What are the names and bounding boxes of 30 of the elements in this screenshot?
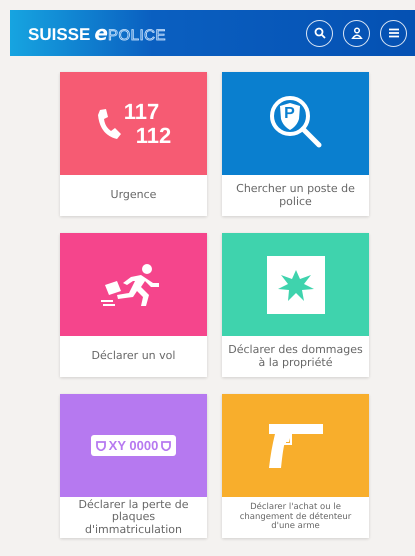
tile-label: Urgence — [110, 187, 158, 204]
plate-number: XY 0000 — [108, 438, 158, 453]
tile-label: Déclarer des dommages à la propriété — [227, 342, 364, 370]
tile-label: Déclarer la perte de plaques d'immatriculation — [77, 497, 190, 538]
service-tile[interactable]: XY 0000 Déclarer la perte de plaques d'immatriculation — [60, 394, 207, 538]
service-tile[interactable]: Déclarer des dommages à la propriété — [222, 233, 369, 377]
pistol-icon — [266, 422, 324, 470]
badge-letter: P — [284, 104, 296, 122]
logo-letter: e — [94, 21, 108, 45]
search-icon — [314, 27, 326, 39]
menu-icon — [388, 28, 400, 38]
logo-word: POLICE — [108, 27, 166, 44]
service-tile[interactable]: Déclarer l'achat ou le changement de détenteur d'une arme — [222, 394, 369, 538]
shield-icon — [96, 440, 106, 450]
tile-label: Déclarer un vol — [90, 348, 176, 364]
service-tile[interactable]: Déclarer un vol — [60, 233, 207, 377]
menu-button[interactable] — [380, 20, 407, 46]
logo-text: SUISSE — [28, 25, 90, 45]
user-icon — [350, 27, 362, 39]
emergency-number: 117 — [124, 100, 160, 124]
service-tile[interactable]: 117 112 Urgence — [60, 72, 207, 216]
tile-label: Déclarer l'achat ou le changement de détenteur d'une arme — [238, 500, 352, 534]
emergency-number: 112 — [136, 124, 172, 147]
tile-label: Chercher un poste de police — [235, 180, 356, 210]
shield-icon — [161, 440, 172, 450]
search-button[interactable] — [306, 20, 333, 46]
service-tile[interactable]: P Chercher un poste de police — [222, 72, 369, 216]
account-button[interactable] — [343, 20, 370, 46]
broken-window-icon — [266, 256, 324, 314]
phone-icon — [96, 106, 122, 140]
